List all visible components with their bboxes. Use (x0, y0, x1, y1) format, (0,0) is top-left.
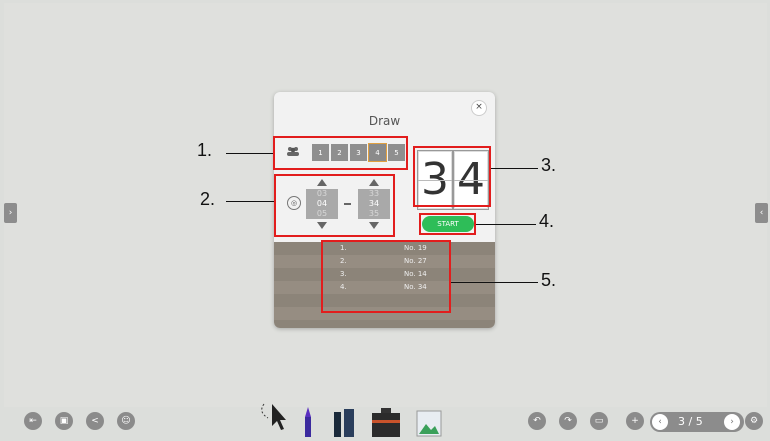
callout-box-5 (321, 240, 451, 313)
callout-number-1: 1. (197, 140, 213, 160)
callout-leader-4 (476, 224, 536, 225)
callout-box-4 (419, 213, 476, 235)
save-icon[interactable]: ▣ (55, 412, 73, 430)
image-icon[interactable] (416, 410, 442, 441)
next-page-button[interactable]: › (724, 414, 740, 430)
layout-icon[interactable]: ▭ (590, 412, 608, 430)
callout-leader-2 (226, 201, 274, 202)
callout-leader-1 (226, 153, 273, 154)
select-pointer-icon[interactable] (258, 392, 290, 440)
share-icon[interactable]: < (86, 412, 104, 430)
settings-gear-icon[interactable]: ⚙ (745, 412, 763, 430)
right-side-tab[interactable]: ‹ (755, 203, 768, 223)
add-page-icon[interactable]: + (626, 412, 644, 430)
toolbox-icon[interactable] (371, 408, 401, 441)
callout-box-3 (413, 146, 491, 207)
page-navigator: ‹ 3 / 5 › (650, 412, 744, 432)
exit-icon[interactable]: ⇤ (24, 412, 42, 430)
eraser-icon[interactable] (333, 408, 355, 441)
callout-number-3: 3. (541, 155, 557, 175)
page-indicator: 3 / 5 (678, 415, 703, 428)
callout-box-2 (274, 174, 395, 237)
callout-leader-5 (451, 282, 538, 283)
left-side-tab-label: › (8, 208, 13, 218)
add-user-icon[interactable]: ☺ (117, 412, 135, 430)
callout-number-4: 4. (539, 211, 555, 231)
prev-page-button[interactable]: ‹ (652, 414, 668, 430)
close-button[interactable]: × (471, 100, 487, 116)
redo-icon[interactable]: ↷ (559, 412, 577, 430)
callout-number-5: 5. (541, 270, 557, 290)
dialog-title: Draw (368, 114, 401, 128)
callout-box-1 (273, 136, 408, 170)
pen-icon[interactable] (301, 405, 315, 441)
left-side-tab[interactable]: › (4, 203, 17, 223)
callout-leader-3 (491, 168, 538, 169)
right-side-tab-label: ‹ (759, 208, 764, 218)
undo-icon[interactable]: ↶ (528, 412, 546, 430)
callout-number-2: 2. (200, 189, 216, 209)
